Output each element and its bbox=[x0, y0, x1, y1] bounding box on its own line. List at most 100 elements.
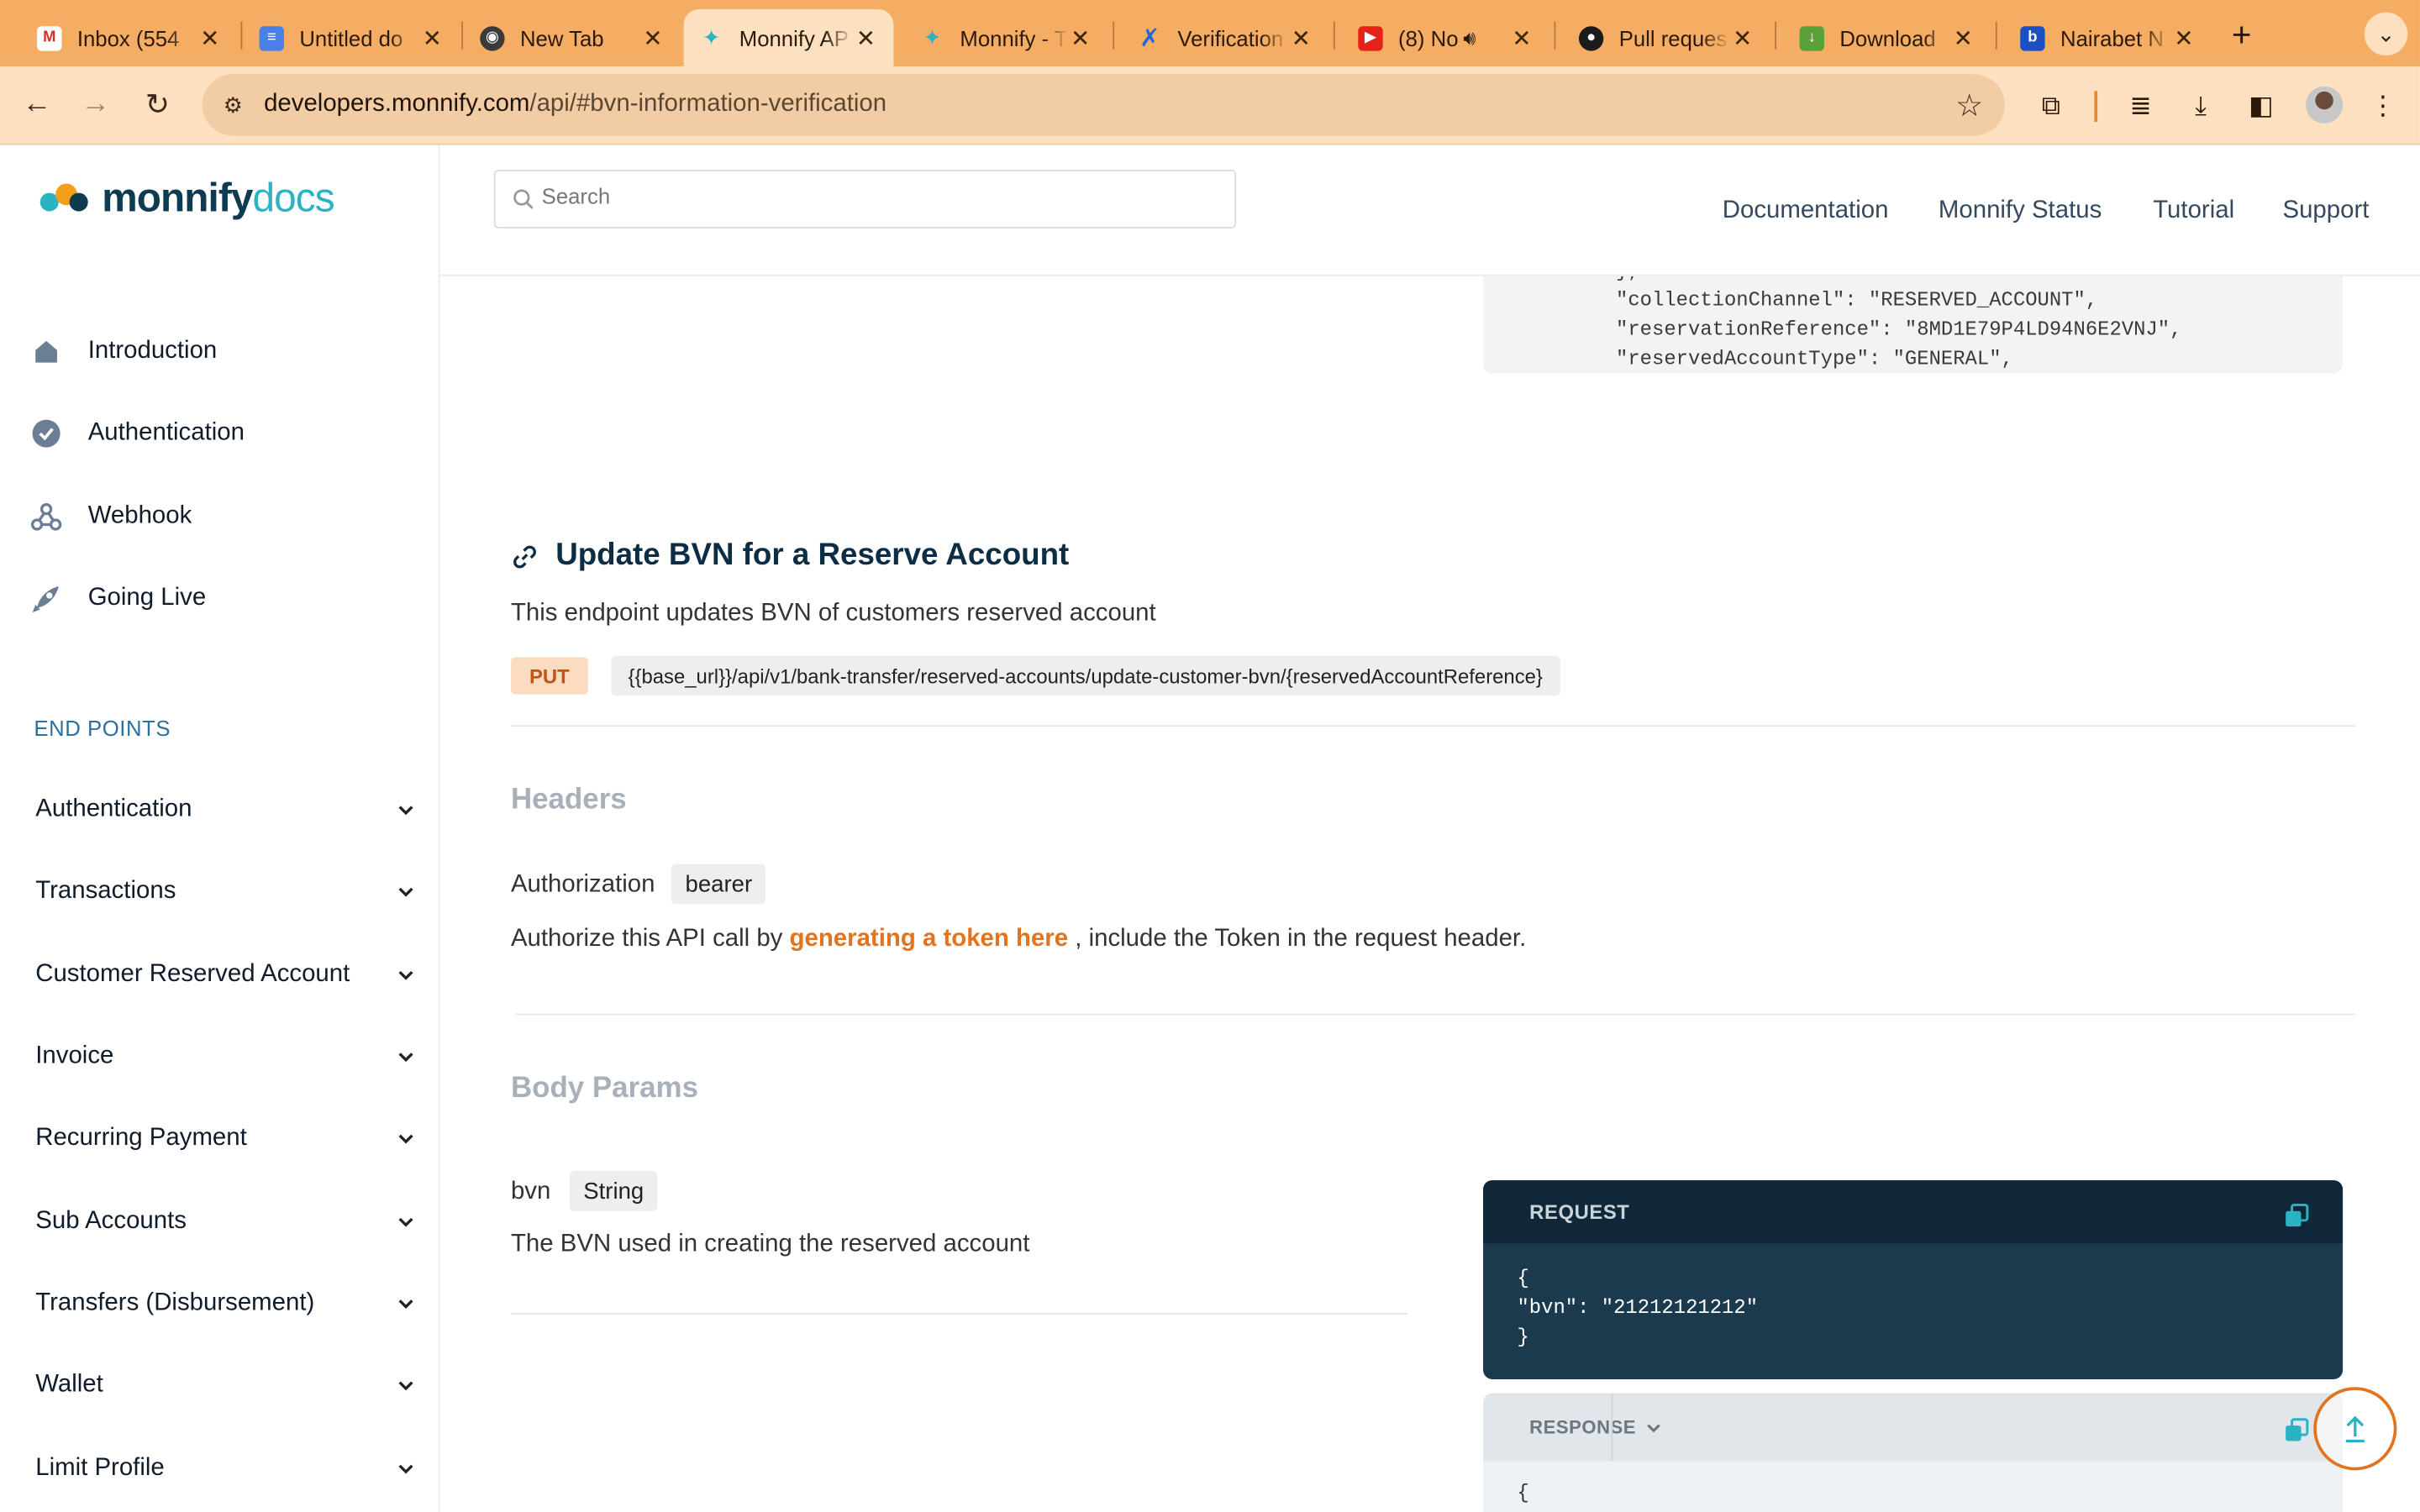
sidebar-group-limit-profile[interactable]: Limit Profile bbox=[35, 1455, 415, 1483]
bookmark-star-icon[interactable]: ☆ bbox=[1955, 87, 1983, 125]
sidebar-item-label: Going Live bbox=[87, 585, 207, 612]
tab-separator bbox=[1775, 21, 1777, 50]
tab-title: Monnify - T bbox=[960, 25, 1068, 50]
sidebar-group-wallet[interactable]: Wallet bbox=[35, 1372, 415, 1399]
gmail-icon: M bbox=[37, 25, 62, 50]
speaker-icon[interactable]: 🔊︎ bbox=[1463, 25, 1491, 50]
sidebar-group-label: Wallet bbox=[35, 1371, 103, 1399]
close-tab-icon[interactable]: ✕ bbox=[1289, 24, 1313, 51]
header-param-type: bearer bbox=[671, 864, 766, 905]
nav-tutorial[interactable]: Tutorial bbox=[2153, 197, 2234, 225]
confluence-icon: ✗ bbox=[1139, 25, 1160, 52]
nav-documentation[interactable]: Documentation bbox=[1723, 197, 1889, 225]
arrow-up-icon bbox=[2345, 1415, 2365, 1443]
close-tab-icon[interactable]: ✕ bbox=[1730, 24, 1754, 51]
headers-title: Headers bbox=[510, 784, 627, 816]
sidebar-group-transfers-disbursement[interactable]: Transfers (Disbursement) bbox=[35, 1289, 415, 1317]
tab-separator bbox=[240, 21, 243, 50]
browser-tab-active[interactable]: ✦ Monnify AP ✕ bbox=[683, 9, 894, 66]
nav-support[interactable]: Support bbox=[2282, 197, 2369, 225]
browser-tab[interactable]: M Inbox (554 ✕ bbox=[22, 9, 238, 66]
docs-header: Documentation Monnify Status Tutorial Su… bbox=[439, 144, 2420, 276]
sidebar-group-transactions[interactable]: Transactions bbox=[35, 878, 415, 906]
close-tab-icon[interactable]: ✕ bbox=[420, 24, 445, 51]
close-tab-icon[interactable]: ✕ bbox=[2171, 24, 2196, 51]
docs-content: }, "collectionChannel": "RESERVED_ACCOUN… bbox=[439, 276, 2420, 1512]
home-icon bbox=[31, 336, 62, 367]
close-tab-icon[interactable]: ✕ bbox=[1951, 24, 1975, 51]
close-tab-icon[interactable]: ✕ bbox=[197, 24, 222, 51]
more-menu-icon[interactable]: ⋮ bbox=[2365, 88, 2402, 125]
sidebar-item-going-live[interactable]: Going Live bbox=[31, 583, 206, 614]
generate-token-link[interactable]: generating a token here bbox=[790, 926, 1069, 952]
address-bar[interactable]: ⚙ developers.monnify.com/api/#bvn-inform… bbox=[202, 74, 2005, 136]
browser-tab[interactable]: ◉ New Tab ✕ bbox=[465, 9, 681, 66]
chrome-icon: ◉ bbox=[480, 25, 505, 50]
rocket-icon bbox=[31, 583, 62, 614]
copy-icon[interactable] bbox=[2284, 1203, 2310, 1230]
browser-tab[interactable]: ✗ Verification ✕ bbox=[1122, 9, 1328, 66]
tab-search-chevron-icon[interactable]: ⌄ bbox=[2364, 12, 2408, 56]
youtube-icon: ▶ bbox=[1358, 25, 1383, 50]
site-settings-icon[interactable]: ⚙ bbox=[218, 90, 249, 121]
sidebar-item-introduction[interactable]: Introduction bbox=[31, 336, 218, 367]
code-line: }, bbox=[1616, 276, 2343, 286]
media-queue-icon[interactable]: ≣ bbox=[2122, 88, 2159, 125]
body-param-description: The BVN used in creating the reserved ac… bbox=[510, 1231, 1030, 1257]
copy-icon[interactable] bbox=[2284, 1418, 2310, 1444]
download-icon[interactable]: ⤓ bbox=[2182, 88, 2219, 125]
browser-toolbar: ← → ↻ ⚙ developers.monnify.com/api/#bvn-… bbox=[0, 66, 2420, 145]
side-panel-icon[interactable]: ◧ bbox=[2243, 88, 2280, 125]
nav-monnify-status[interactable]: Monnify Status bbox=[1939, 197, 2102, 225]
sidebar-item-authentication[interactable]: Authentication bbox=[31, 418, 245, 449]
tab-title: Pull reques bbox=[1618, 25, 1728, 50]
response-dropdown[interactable]: RESPONSE bbox=[1483, 1393, 1688, 1462]
code-line: "reservationReference": "8MD1E79P4LD94N6… bbox=[1616, 318, 2182, 341]
url-path: /api/#bvn-information-verification bbox=[529, 91, 887, 118]
nairabet-icon: b bbox=[2020, 25, 2045, 50]
browser-tab[interactable]: ● Pull reques ✕ bbox=[1564, 9, 1770, 66]
close-tab-icon[interactable]: ✕ bbox=[854, 24, 878, 51]
scroll-to-top-button[interactable] bbox=[2313, 1387, 2397, 1471]
tab-separator bbox=[1113, 21, 1115, 50]
section-description: This endpoint updates BVN of customers r… bbox=[510, 600, 1156, 627]
close-tab-icon[interactable]: ✕ bbox=[1068, 24, 1092, 51]
response-code: { bbox=[1483, 1461, 2343, 1504]
link-icon[interactable] bbox=[511, 543, 539, 570]
browser-tab[interactable]: ↓ Download ✕ bbox=[1784, 9, 1991, 66]
profile-avatar[interactable] bbox=[2306, 86, 2344, 123]
auth-text-before: Authorize this API call by bbox=[510, 926, 783, 953]
sidebar-group-authentication[interactable]: Authentication bbox=[35, 796, 415, 824]
back-arrow-icon[interactable]: ← bbox=[17, 85, 57, 125]
url-text[interactable]: developers.monnify.com/api/#bvn-informat… bbox=[264, 91, 886, 118]
tab-title: Verification bbox=[1177, 25, 1284, 50]
code-line: "bvn": "21212121212" bbox=[1517, 1295, 1759, 1320]
tab-separator bbox=[1554, 21, 1556, 50]
new-tab-icon[interactable]: + bbox=[2232, 15, 2252, 55]
browser-tab[interactable]: ≡ Untitled do ✕ bbox=[244, 9, 460, 66]
sidebar-group-customer-reserved-account[interactable]: Customer Reserved Account bbox=[35, 961, 415, 989]
search-input[interactable] bbox=[541, 183, 1191, 208]
tab-title: (8) No bbox=[1398, 25, 1459, 50]
http-method-badge: PUT bbox=[510, 657, 588, 695]
close-tab-icon[interactable]: ✕ bbox=[640, 24, 665, 51]
sidebar-item-webhook[interactable]: Webhook bbox=[30, 501, 192, 533]
sidebar-item-label: Introduction bbox=[87, 338, 218, 365]
chevron-down-icon bbox=[398, 1299, 413, 1310]
extensions-puzzle-icon[interactable]: ⧉ bbox=[2033, 88, 2070, 125]
sidebar-group-sub-accounts[interactable]: Sub Accounts bbox=[35, 1208, 415, 1236]
search-box[interactable] bbox=[493, 170, 1237, 228]
browser-tab[interactable]: ▶ (8) No 🔊︎ ✕ bbox=[1343, 9, 1549, 66]
monnify-logo[interactable]: monnifydocs bbox=[39, 175, 335, 223]
forward-arrow-icon[interactable]: → bbox=[76, 85, 116, 125]
google-docs-icon: ≡ bbox=[259, 25, 284, 50]
close-tab-icon[interactable]: ✕ bbox=[1509, 24, 1534, 51]
reload-icon[interactable]: ↻ bbox=[137, 85, 177, 125]
sidebar-group-invoice[interactable]: Invoice bbox=[35, 1043, 415, 1071]
sidebar-item-label: Webhook bbox=[87, 502, 192, 529]
browser-tab[interactable]: b Nairabet N ✕ bbox=[2005, 9, 2212, 66]
browser-tab[interactable]: ✦ Monnify - T ✕ bbox=[904, 9, 1107, 66]
header-param-name: Authorization bbox=[510, 871, 655, 898]
body-param-name: bvn bbox=[510, 1179, 551, 1205]
sidebar-group-recurring-payment[interactable]: Recurring Payment bbox=[35, 1125, 415, 1152]
